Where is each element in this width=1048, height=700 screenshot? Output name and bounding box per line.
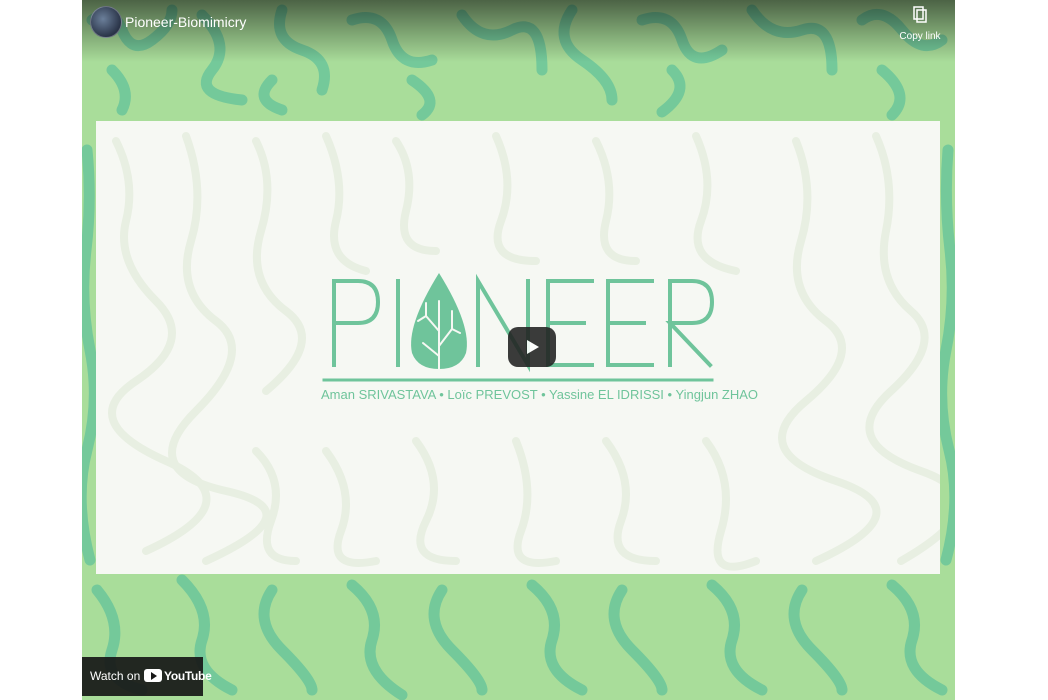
video-thumbnail-slide: Aman SRIVASTAVA • Loïc PREVOST • Yassine…	[96, 121, 940, 574]
channel-avatar[interactable]	[90, 6, 122, 38]
copy-link-label: Copy link	[899, 31, 941, 42]
play-icon	[527, 340, 539, 354]
youtube-logo-icon	[144, 669, 162, 682]
authors-line: Aman SRIVASTAVA • Loïc PREVOST • Yassine…	[321, 387, 759, 402]
play-button[interactable]	[508, 327, 556, 367]
watch-on-label: Watch on	[90, 669, 141, 683]
youtube-label: YouTube	[164, 669, 212, 683]
video-title[interactable]: Pioneer-Biomimicry	[125, 14, 246, 30]
watch-on-youtube-button[interactable]: Watch on YouTube	[82, 657, 212, 696]
copy-link-button[interactable]: Copy link	[897, 6, 943, 42]
copy-icon	[913, 6, 927, 23]
video-top-bar: Pioneer-Biomimicry Copy link	[82, 0, 955, 62]
video-player[interactable]: Aman SRIVASTAVA • Loïc PREVOST • Yassine…	[82, 0, 955, 700]
